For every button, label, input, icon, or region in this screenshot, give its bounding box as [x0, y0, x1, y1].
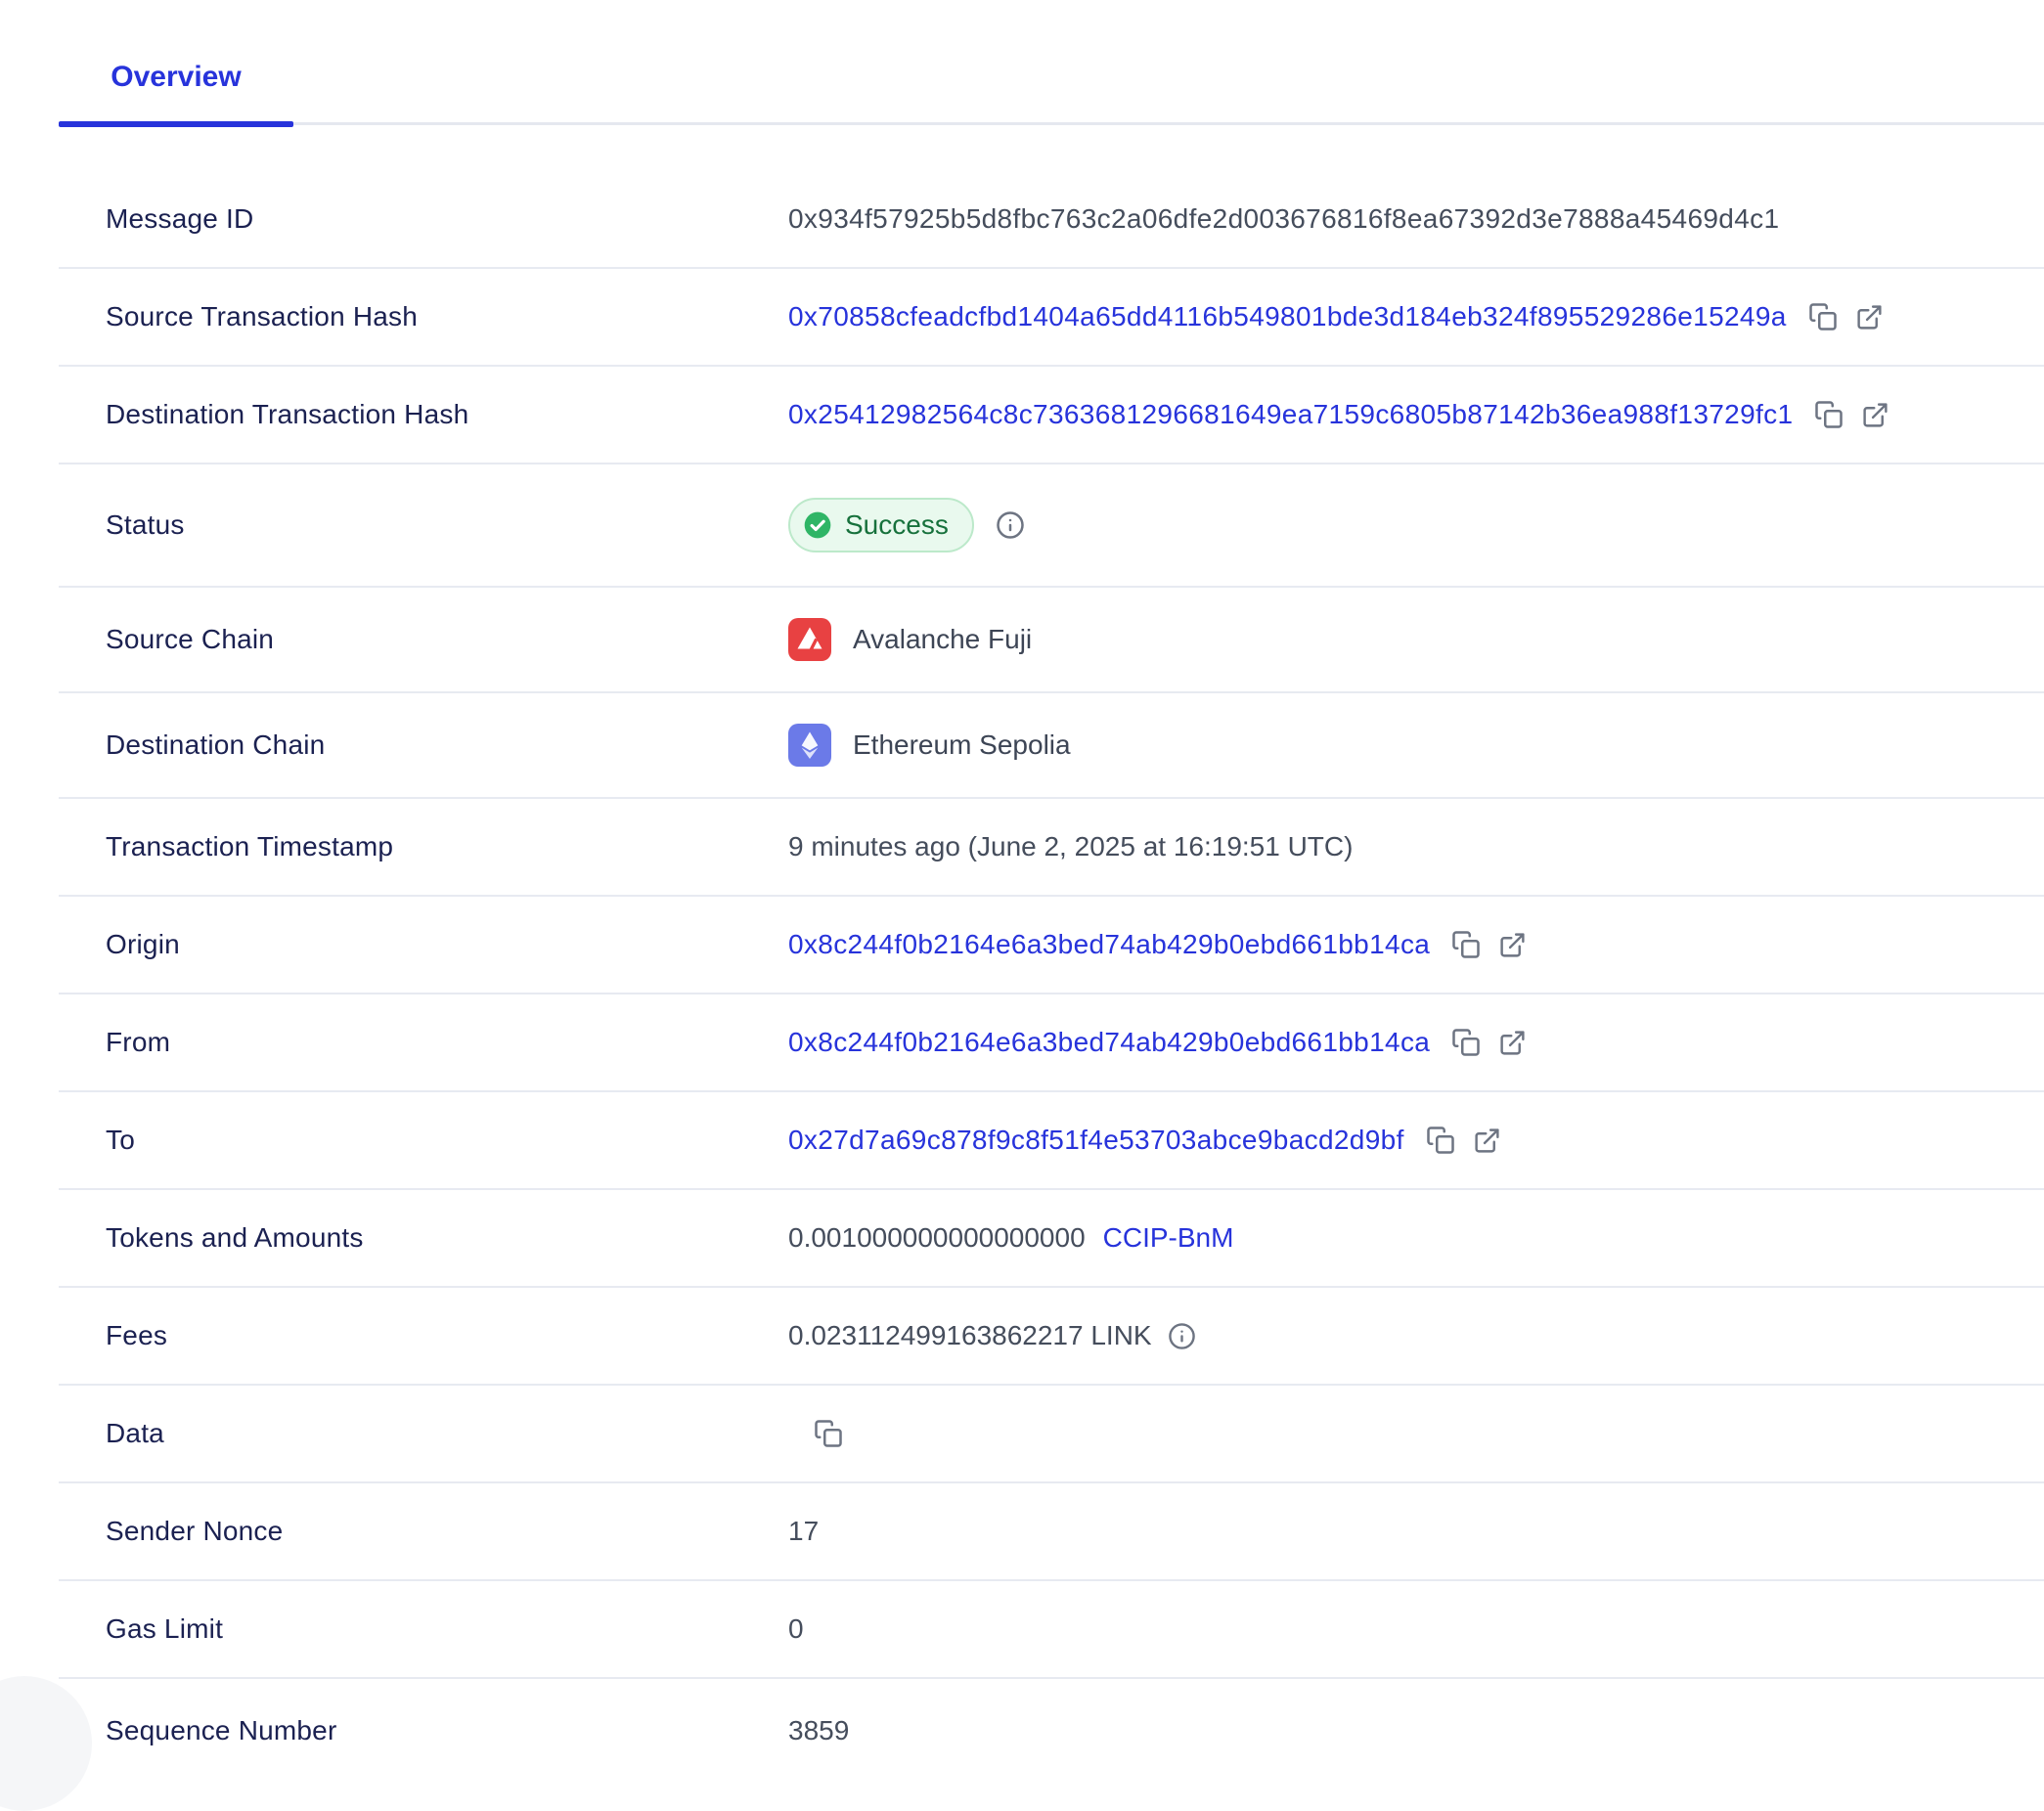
source-tx-hash-link[interactable]: 0x70858cfeadcfbd1404a65dd4116b549801bde3… [788, 301, 1787, 332]
data-copy-button[interactable] [814, 1419, 843, 1448]
from-copy-button[interactable] [1451, 1028, 1481, 1057]
check-circle-icon [802, 509, 833, 541]
avalanche-chain-icon [788, 618, 831, 661]
copy-icon [1426, 1126, 1455, 1155]
origin-external-link-button[interactable] [1498, 931, 1527, 959]
transaction-timestamp-label: Transaction Timestamp [59, 831, 788, 862]
row-tokens-and-amounts: Tokens and Amounts 0.001000000000000000 … [59, 1190, 2044, 1288]
tab-bar: Overview [0, 0, 2044, 125]
row-to: To 0x27d7a69c878f9c8f51f4e53703abce9bacd… [59, 1092, 2044, 1190]
row-destination-chain: Destination Chain Ethereum Sepolia [59, 693, 2044, 799]
source-tx-hash-label: Source Transaction Hash [59, 301, 788, 332]
tab-overview-label: Overview [111, 61, 241, 93]
row-destination-tx-hash: Destination Transaction Hash 0x254129825… [59, 367, 2044, 464]
avalanche-logo-glyph [788, 618, 831, 661]
from-external-link-button[interactable] [1498, 1029, 1527, 1057]
tab-overview[interactable]: Overview [59, 61, 293, 125]
token-amount-value: 0.001000000000000000 [788, 1222, 1086, 1254]
row-status: Status Success [59, 464, 2044, 588]
overview-details-table: Message ID 0x934f57925b5d8fbc763c2a06dfe… [0, 125, 2044, 1782]
row-origin: Origin 0x8c244f0b2164e6a3bed74ab429b0ebd… [59, 897, 2044, 994]
from-label: From [59, 1027, 788, 1058]
destination-tx-copy-button[interactable] [1814, 400, 1844, 429]
source-chain-value: Avalanche Fuji [788, 618, 1032, 661]
row-transaction-timestamp: Transaction Timestamp 9 minutes ago (Jun… [59, 799, 2044, 897]
origin-address-link[interactable]: 0x8c244f0b2164e6a3bed74ab429b0ebd661bb14… [788, 929, 1430, 960]
token-symbol-link[interactable]: CCIP-BnM [1103, 1222, 1234, 1254]
ethereum-logo-glyph [788, 724, 831, 767]
transaction-timestamp-value: 9 minutes ago (June 2, 2025 at 16:19:51 … [788, 831, 1353, 862]
source-tx-external-link-button[interactable] [1855, 303, 1884, 331]
destination-chain-label: Destination Chain [59, 729, 788, 761]
status-label: Status [59, 509, 788, 541]
copy-icon [814, 1419, 843, 1448]
message-id-label: Message ID [59, 203, 788, 235]
status-info-button[interactable] [996, 510, 1025, 540]
destination-tx-hash-link[interactable]: 0x25412982564c8c7363681296681649ea7159c6… [788, 399, 1793, 430]
tab-bar-rule [59, 122, 2044, 125]
row-from: From 0x8c244f0b2164e6a3bed74ab429b0ebd66… [59, 994, 2044, 1092]
row-source-chain: Source Chain Avalanche Fuji [59, 588, 2044, 693]
copy-icon [1451, 1028, 1481, 1057]
sender-nonce-label: Sender Nonce [59, 1516, 788, 1547]
copy-icon [1808, 302, 1838, 331]
destination-tx-external-link-button[interactable] [1861, 401, 1889, 429]
row-message-id: Message ID 0x934f57925b5d8fbc763c2a06dfe… [59, 171, 2044, 269]
gas-limit-label: Gas Limit [59, 1613, 788, 1645]
to-external-link-button[interactable] [1473, 1126, 1501, 1155]
destination-chain-name: Ethereum Sepolia [853, 729, 1071, 761]
external-link-icon [1861, 401, 1889, 429]
row-gas-limit: Gas Limit 0 [59, 1581, 2044, 1679]
destination-chain-value: Ethereum Sepolia [788, 724, 1071, 767]
external-link-icon [1498, 1029, 1527, 1057]
to-copy-button[interactable] [1426, 1126, 1455, 1155]
fees-info-button[interactable] [1168, 1322, 1196, 1350]
fees-value: 0.023112499163862217 LINK [788, 1320, 1152, 1351]
message-id-value: 0x934f57925b5d8fbc763c2a06dfe2d003676816… [788, 203, 1779, 235]
source-tx-copy-button[interactable] [1808, 302, 1838, 331]
info-icon [996, 510, 1025, 540]
copy-icon [1814, 400, 1844, 429]
fees-label: Fees [59, 1320, 788, 1351]
copy-icon [1451, 930, 1481, 959]
row-sender-nonce: Sender Nonce 17 [59, 1483, 2044, 1581]
destination-tx-hash-label: Destination Transaction Hash [59, 399, 788, 430]
status-badge-text: Success [845, 509, 949, 541]
external-link-icon [1855, 303, 1884, 331]
sequence-number-value: 3859 [788, 1715, 849, 1746]
status-badge: Success [788, 498, 974, 552]
to-label: To [59, 1125, 788, 1156]
info-icon [1168, 1322, 1196, 1350]
row-sequence-number: Sequence Number 3859 [59, 1679, 2044, 1782]
sequence-number-label: Sequence Number [59, 1715, 788, 1746]
row-source-tx-hash: Source Transaction Hash 0x70858cfeadcfbd… [59, 269, 2044, 367]
row-data: Data [59, 1386, 2044, 1483]
from-address-link[interactable]: 0x8c244f0b2164e6a3bed74ab429b0ebd661bb14… [788, 1027, 1430, 1058]
row-fees: Fees 0.023112499163862217 LINK [59, 1288, 2044, 1386]
source-chain-label: Source Chain [59, 624, 788, 655]
tab-active-underline [59, 121, 293, 127]
external-link-icon [1473, 1126, 1501, 1155]
data-label: Data [59, 1418, 788, 1449]
gas-limit-value: 0 [788, 1613, 804, 1645]
origin-copy-button[interactable] [1451, 930, 1481, 959]
tokens-and-amounts-label: Tokens and Amounts [59, 1222, 788, 1254]
origin-label: Origin [59, 929, 788, 960]
ethereum-chain-icon [788, 724, 831, 767]
to-address-link[interactable]: 0x27d7a69c878f9c8f51f4e53703abce9bacd2d9… [788, 1125, 1404, 1156]
sender-nonce-value: 17 [788, 1516, 819, 1547]
source-chain-name: Avalanche Fuji [853, 624, 1032, 655]
external-link-icon [1498, 931, 1527, 959]
